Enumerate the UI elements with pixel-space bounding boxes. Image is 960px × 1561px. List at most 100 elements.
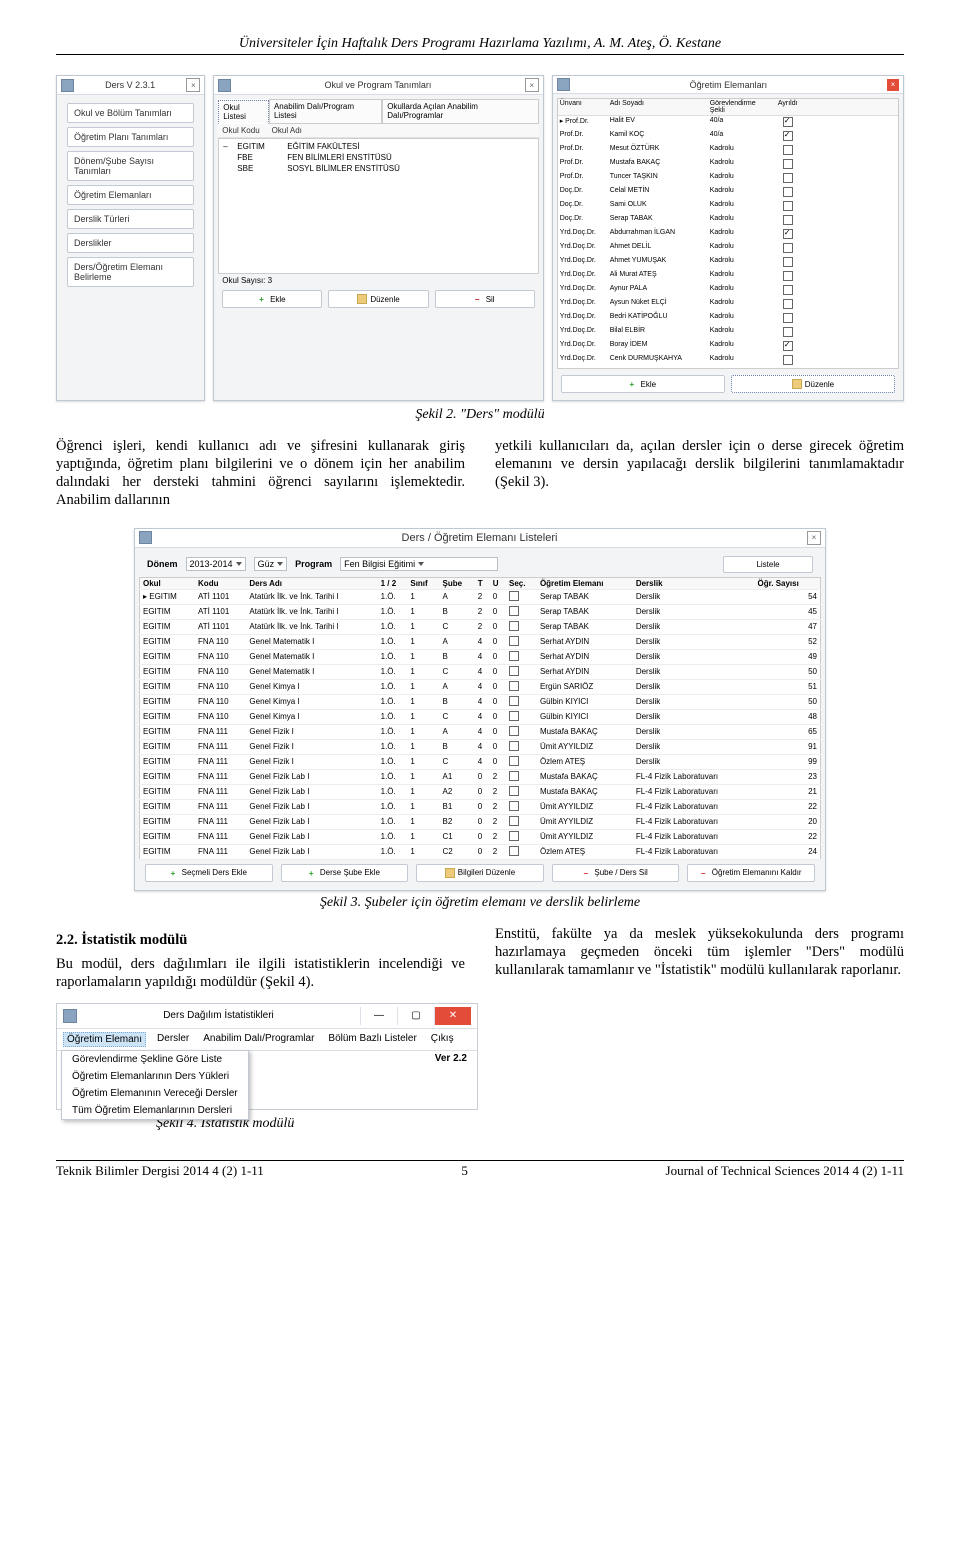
- table-row[interactable]: Yrd.Doç.Dr.Bilal ELBİRKadrolu: [558, 326, 898, 340]
- sidebar-button[interactable]: Derslik Türleri: [67, 209, 194, 229]
- table-row[interactable]: Prof.Dr.Mustafa BAKAÇKadrolu: [558, 158, 898, 172]
- table-row[interactable]: Yrd.Doç.Dr.Aynur PALAKadrolu: [558, 284, 898, 298]
- table-row[interactable]: Yrd.Doç.Dr.Abdurrahman İLGANKadrolu: [558, 228, 898, 242]
- close-icon[interactable]: ×: [887, 79, 899, 91]
- table-row[interactable]: Yrd.Doç.Dr.Ahmet YUMUŞAKKadrolu: [558, 256, 898, 270]
- table-row[interactable]: EGITIMFNA 110Genel Matematik I1.Ö.1A40Se…: [140, 634, 821, 649]
- school-list[interactable]: –EGITIMEĞİTİM FAKÜLTESİFBEFEN BİLİMLERİ …: [218, 138, 538, 274]
- table-row[interactable]: Prof.Dr.Kamil KOÇ40/a: [558, 130, 898, 144]
- sidebar-button[interactable]: Derslikler: [67, 233, 194, 253]
- table-row[interactable]: Prof.Dr.Tuncer TAŞKINKadrolu: [558, 172, 898, 186]
- minimize-icon[interactable]: —: [360, 1007, 397, 1025]
- table-row[interactable]: ▸ EGITIMATİ 1101Atatürk İlk. ve İnk. Tar…: [140, 589, 821, 604]
- list-item[interactable]: FBEFEN BİLİMLERİ ENSTİTÜSÜ: [223, 152, 533, 163]
- col-header: T: [475, 577, 490, 589]
- tab[interactable]: Okul Listesi: [218, 100, 269, 124]
- table-row[interactable]: EGITIMFNA 111Genel Fizik Lab I1.Ö.1B102Ü…: [140, 799, 821, 814]
- close-icon[interactable]: ×: [186, 78, 200, 92]
- list-item[interactable]: –EGITIMEĞİTİM FAKÜLTESİ: [223, 141, 533, 152]
- table-row[interactable]: EGITIMFNA 111Genel Fizik Lab I1.Ö.1A202M…: [140, 784, 821, 799]
- table-row[interactable]: EGITIMFNA 111Genel Fizik I1.Ö.1A40Mustaf…: [140, 724, 821, 739]
- col-header: Okul Kodu: [222, 126, 259, 135]
- menu-item[interactable]: Anabilim Dalı/Programlar: [200, 1032, 317, 1047]
- table-row[interactable]: Yrd.Doç.Dr.Ahmet DELİLKadrolu: [558, 242, 898, 256]
- footer-page-number: 5: [461, 1163, 468, 1179]
- tab[interactable]: Anabilim Dalı/Program Listesi: [269, 99, 382, 123]
- sidebar-button[interactable]: Öğretim Elemanları: [67, 185, 194, 205]
- instructor-grid[interactable]: Ünvanı Adı Soyadı Görevlendirme Şekli Ay…: [557, 98, 899, 369]
- edit-button[interactable]: Düzenle: [328, 290, 428, 308]
- sidebar-button[interactable]: Öğretim Planı Tanımları: [67, 127, 194, 147]
- table-row[interactable]: EGITIMFNA 110Genel Kimya I1.Ö.1C40Gülbin…: [140, 709, 821, 724]
- table-row[interactable]: Yrd.Doç.Dr.Bedri KATİPOĞLUKadrolu: [558, 312, 898, 326]
- count-value: 3: [268, 276, 272, 285]
- table-row[interactable]: ▸ Prof.Dr.Halit EV40/a: [558, 116, 898, 130]
- window-ogretim-elemanlari: Öğretim Elemanları × Ünvanı Adı Soyadı G…: [552, 75, 904, 401]
- table-row[interactable]: EGITIMFNA 110Genel Kimya I1.Ö.1A40Ergün …: [140, 679, 821, 694]
- tab[interactable]: Okullarda Açılan Anabilim Dalı/Programla…: [382, 99, 539, 123]
- table-row[interactable]: Doç.Dr.Serap TABAKKadrolu: [558, 214, 898, 228]
- add-button[interactable]: +Ekle: [561, 375, 725, 393]
- select-year[interactable]: 2013-2014: [186, 557, 246, 571]
- chevron-down-icon: [236, 562, 242, 566]
- close-icon[interactable]: ×: [525, 78, 539, 92]
- app-icon: [63, 1009, 77, 1023]
- col-header: Öğretim Elemanı: [537, 577, 633, 589]
- table-row[interactable]: EGITIMFNA 110Genel Matematik I1.Ö.1C40Se…: [140, 664, 821, 679]
- delete-button[interactable]: −Sil: [435, 290, 535, 308]
- table-row[interactable]: EGITIMFNA 111Genel Fizik Lab I1.Ö.1C202Ö…: [140, 844, 821, 859]
- table-row[interactable]: EGITIMFNA 111Genel Fizik Lab I1.Ö.1B202Ü…: [140, 814, 821, 829]
- table-row[interactable]: EGITIMFNA 111Genel Fizik I1.Ö.1C40Özlem …: [140, 754, 821, 769]
- select-program[interactable]: Fen Bilgisi Eğitimi: [340, 557, 498, 571]
- dropdown-item[interactable]: Öğretim Elemanlarının Ders Yükleri: [62, 1068, 248, 1085]
- table-row[interactable]: Yrd.Doç.Dr.Boray İDEMKadrolu: [558, 340, 898, 354]
- edit-info-button[interactable]: Bilgileri Düzenle: [416, 864, 544, 882]
- delete-section-button[interactable]: −Şube / Ders Sil: [552, 864, 680, 882]
- menu-item[interactable]: Öğretim Elemanı: [63, 1032, 146, 1047]
- table-row[interactable]: EGITIMFNA 111Genel Fizik I1.Ö.1B40Ümit A…: [140, 739, 821, 754]
- table-row[interactable]: Yrd.Doç.Dr.Aysun Nüket ELÇİKadrolu: [558, 298, 898, 312]
- app-icon: [61, 79, 74, 92]
- table-row[interactable]: Yrd.Doç.Dr.Ali Murat ATEŞKadrolu: [558, 270, 898, 284]
- close-icon[interactable]: ✕: [434, 1007, 471, 1025]
- col-header: Okul: [140, 577, 196, 589]
- table-row[interactable]: EGITIMFNA 110Genel Matematik I1.Ö.1B40Se…: [140, 649, 821, 664]
- add-section-button[interactable]: +Derse Şube Ekle: [281, 864, 409, 882]
- table-row[interactable]: EGITIMATİ 1101Atatürk İlk. ve İnk. Tarih…: [140, 619, 821, 634]
- list-button[interactable]: Listele: [723, 556, 813, 573]
- list-item[interactable]: SBESOSYL BİLİMLER ENSTİTÜSÜ: [223, 163, 533, 174]
- dropdown-menu: Görevlendirme Şekline Göre ListeÖğretim …: [61, 1050, 249, 1120]
- table-row[interactable]: Yrd.Doç.Dr.Cenk DURMUŞKAHYAKadrolu: [558, 354, 898, 368]
- add-elective-button[interactable]: +Seçmeli Ders Ekle: [145, 864, 273, 882]
- dropdown-item[interactable]: Tüm Öğretim Elemanlarının Dersleri: [62, 1102, 248, 1119]
- sidebar-button[interactable]: Ders/Öğretim Elemanı Belirleme: [67, 257, 194, 287]
- table-row[interactable]: EGITIMATİ 1101Atatürk İlk. ve İnk. Tarih…: [140, 604, 821, 619]
- table-row[interactable]: Doç.Dr.Celal METİNKadrolu: [558, 186, 898, 200]
- window-title: Ders Dağılım İstatistikleri: [77, 1010, 360, 1021]
- sidebar-button[interactable]: Dönem/Şube Sayısı Tanımları: [67, 151, 194, 181]
- window-title: Ders V 2.3.1: [78, 80, 182, 90]
- figure-caption-2: Şekil 2. "Ders" modülü: [56, 407, 904, 423]
- table-row[interactable]: EGITIMFNA 111Genel Fizik Lab I1.Ö.1A102M…: [140, 769, 821, 784]
- col-header: Görevlendirme Şekli: [708, 99, 774, 115]
- sidebar-button[interactable]: Okul ve Bölüm Tanımları: [67, 103, 194, 123]
- edit-button[interactable]: Düzenle: [731, 375, 895, 393]
- select-term[interactable]: Güz: [254, 557, 288, 571]
- table-row[interactable]: Doç.Dr.Sami OLUKKadrolu: [558, 200, 898, 214]
- menu-item[interactable]: Bölüm Bazlı Listeler: [325, 1032, 419, 1047]
- course-table[interactable]: OkulKoduDers Adı1 / 2SınıfŞubeTUSeç.Öğre…: [139, 577, 821, 860]
- table-row[interactable]: Prof.Dr.Mesut ÖZTÜRKKadrolu: [558, 144, 898, 158]
- col-header: Seç.: [506, 577, 537, 589]
- remove-instructor-button[interactable]: −Öğretim Elemanını Kaldır: [687, 864, 815, 882]
- label-program: Program: [295, 559, 332, 569]
- col-header: Öğr. Sayısı: [754, 577, 820, 589]
- menu-item[interactable]: Çıkış: [428, 1032, 457, 1047]
- table-row[interactable]: EGITIMFNA 110Genel Kimya I1.Ö.1B40Gülbin…: [140, 694, 821, 709]
- close-icon[interactable]: ×: [807, 531, 821, 545]
- add-button[interactable]: +Ekle: [222, 290, 322, 308]
- table-row[interactable]: EGITIMFNA 111Genel Fizik Lab I1.Ö.1C102Ü…: [140, 829, 821, 844]
- maximize-icon[interactable]: ▢: [397, 1007, 434, 1025]
- menu-item[interactable]: Dersler: [154, 1032, 192, 1047]
- dropdown-item[interactable]: Görevlendirme Şekline Göre Liste: [62, 1051, 248, 1068]
- dropdown-item[interactable]: Öğretim Elemanının Vereceği Dersler: [62, 1085, 248, 1102]
